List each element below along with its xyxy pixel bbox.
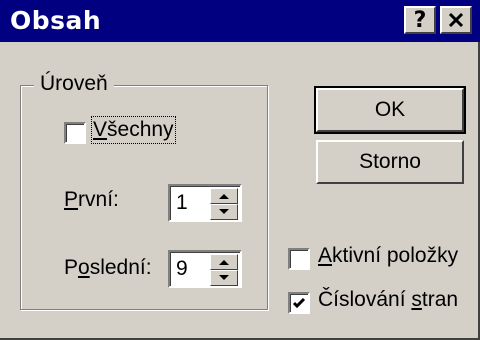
cancel-button[interactable]: Storno [316,140,464,184]
last-level-spinner[interactable]: 9 [168,250,242,288]
help-button[interactable]: ? [404,6,436,34]
active-items-checkbox[interactable] [288,248,310,270]
active-items-label[interactable]: Aktivní položky [318,244,458,268]
first-level-spinner[interactable]: 1 [168,184,242,222]
last-level-value[interactable]: 9 [176,257,188,281]
all-levels-label[interactable]: Všechny [91,116,176,144]
first-level-up-button[interactable] [210,188,238,204]
first-level-value[interactable]: 1 [176,191,188,215]
checkmark-icon [292,297,306,309]
help-icon: ? [413,7,427,33]
dialog-title: Obsah [10,6,102,35]
last-level-label: Poslední: [64,256,152,279]
page-numbers-checkbox[interactable] [288,292,310,314]
last-level-up-button[interactable] [210,254,238,270]
title-bar[interactable]: Obsah ? [0,0,480,42]
arrow-down-icon [219,209,229,214]
arrow-down-icon [219,275,229,280]
arrow-up-icon [219,260,229,265]
first-level-label: První: [64,188,119,211]
close-icon [448,13,464,27]
ok-button[interactable]: OK [314,86,466,134]
last-level-down-button[interactable] [210,270,238,286]
level-group-label: Úroveň [34,72,114,96]
first-level-down-button[interactable] [210,204,238,220]
arrow-up-icon [219,194,229,199]
close-button[interactable] [440,6,472,34]
all-levels-checkbox[interactable] [64,122,86,144]
dialog-window: Obsah ? Úroveň Všechny První: 1 Poslední… [0,0,480,340]
page-numbers-label[interactable]: Číslování stran [318,288,458,312]
